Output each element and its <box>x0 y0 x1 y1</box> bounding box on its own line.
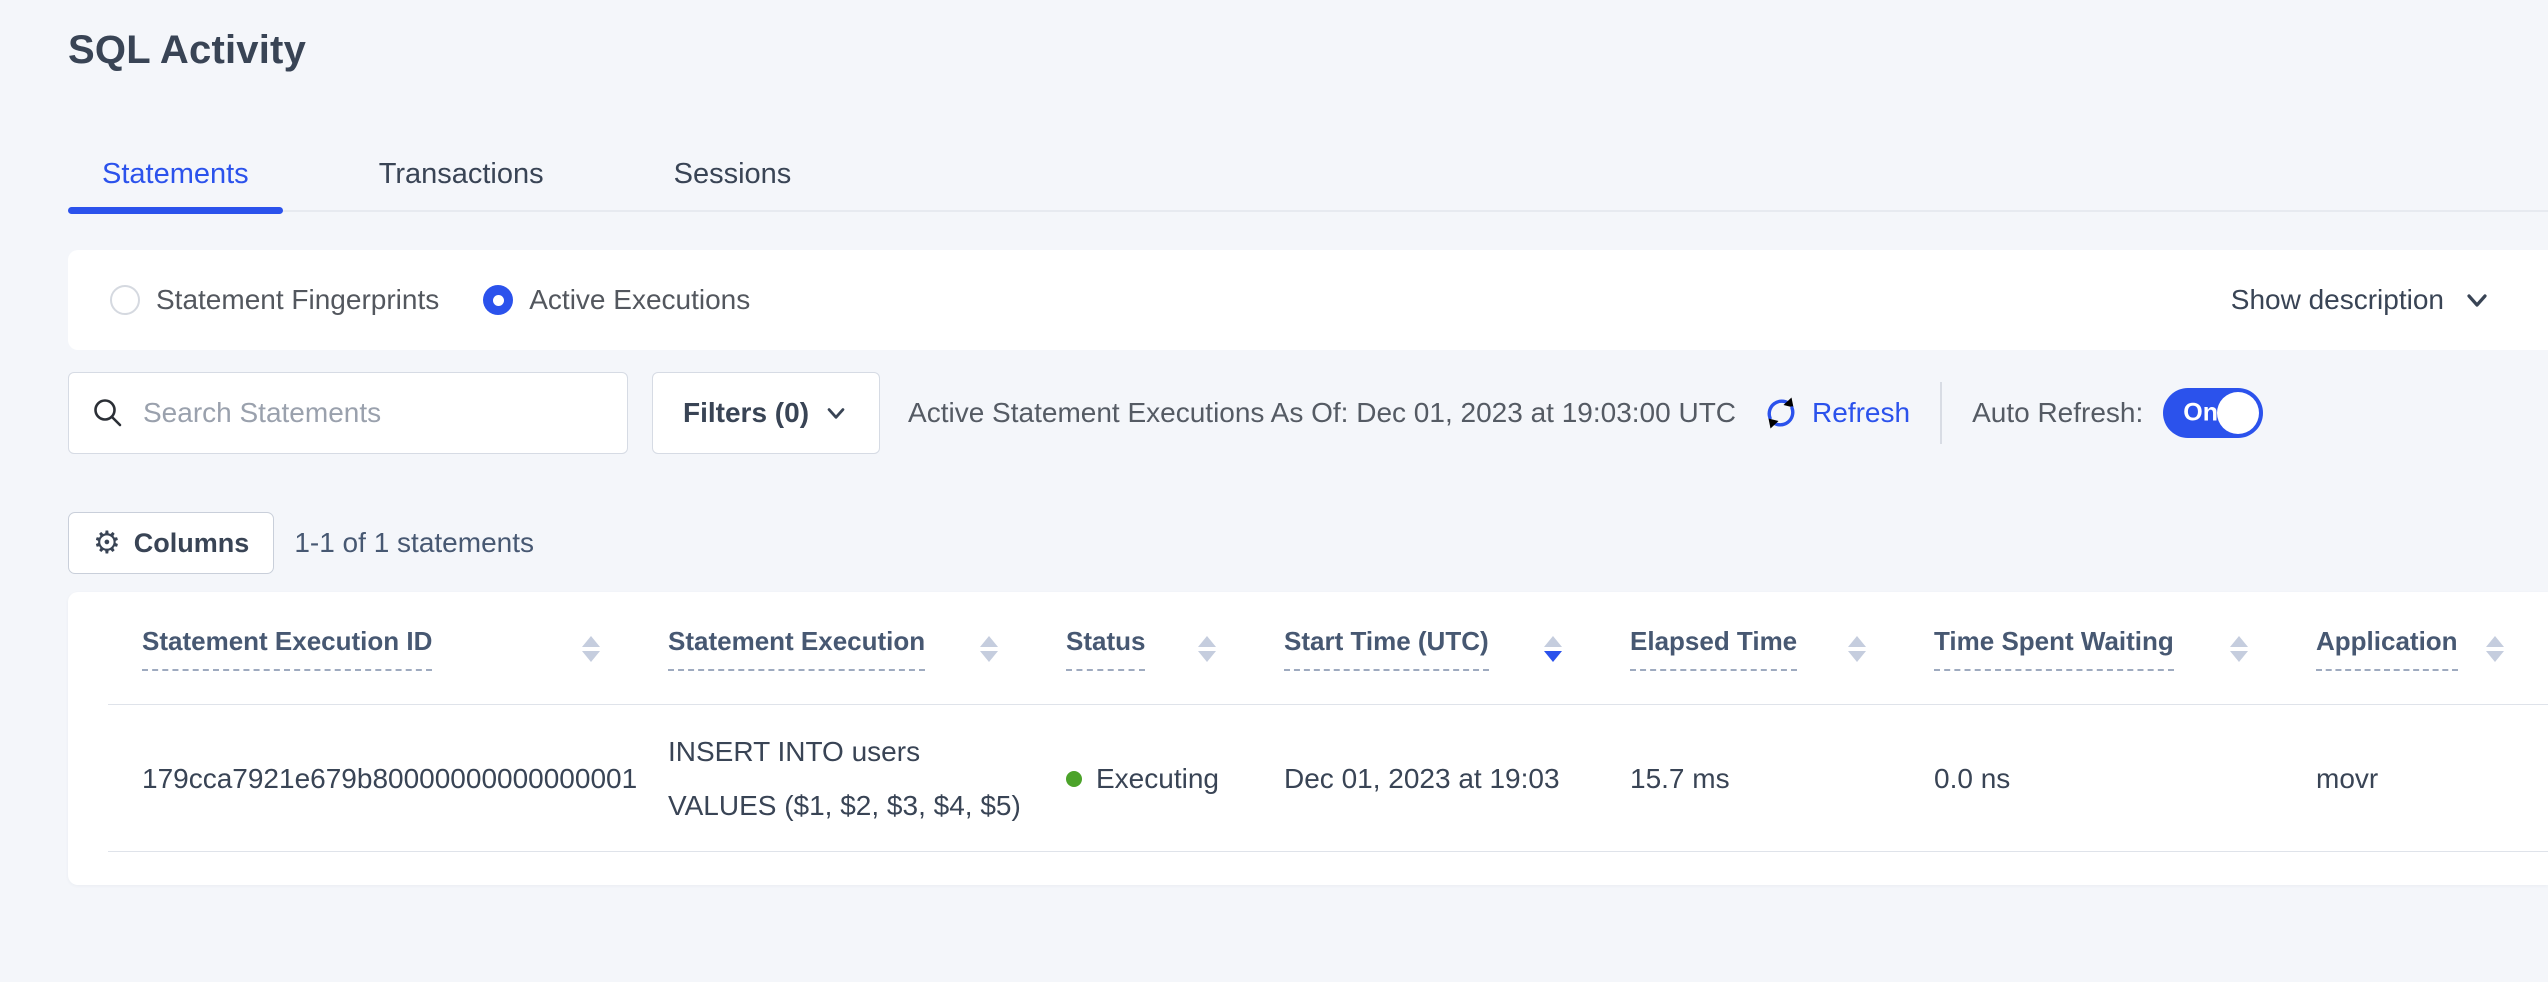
filters-button[interactable]: Filters (0) <box>652 372 880 454</box>
sort-icon[interactable] <box>1198 636 1216 662</box>
cell-elapsed-time: 15.7 ms <box>1630 763 1934 795</box>
tab-bar: Statements Transactions Sessions <box>68 138 2548 212</box>
column-header-statement-execution[interactable]: Statement Execution <box>668 626 1066 671</box>
filters-label: Filters (0) <box>683 397 809 429</box>
column-header-status[interactable]: Status <box>1066 626 1284 671</box>
executing-status-icon <box>1066 771 1082 787</box>
radio-label: Statement Fingerprints <box>156 284 439 316</box>
cell-start-time: Dec 01, 2023 at 19:03 <box>1284 763 1630 795</box>
refresh-icon <box>1762 394 1800 432</box>
radio-selected-icon[interactable] <box>483 285 513 315</box>
sort-icon[interactable] <box>2486 636 2504 662</box>
cell-statement[interactable]: INSERT INTO users VALUES ($1, $2, $3, $4… <box>668 725 1054 831</box>
cell-time-spent-waiting: 0.0 ns <box>1934 763 2316 795</box>
toggle-knob <box>2217 392 2259 434</box>
statements-table: Statement Execution ID Statement Executi… <box>68 592 2548 885</box>
view-selector-card: Statement Fingerprints Active Executions… <box>68 250 2548 350</box>
column-header-statement-execution-id[interactable]: Statement Execution ID <box>142 626 668 671</box>
table-toolbar: ⚙ Columns 1-1 of 1 statements <box>68 512 534 574</box>
page-title: SQL Activity <box>68 28 306 73</box>
gear-icon: ⚙ <box>93 528 121 559</box>
search-box[interactable] <box>68 372 628 454</box>
refresh-button[interactable]: Refresh <box>1762 394 1910 432</box>
radio-unselected-icon[interactable] <box>110 285 140 315</box>
columns-label: Columns <box>134 528 250 559</box>
tab-statements[interactable]: Statements <box>68 138 283 210</box>
column-header-elapsed-time[interactable]: Elapsed Time <box>1630 626 1934 671</box>
cell-application: movr <box>2316 763 2548 795</box>
columns-button[interactable]: ⚙ Columns <box>68 512 274 574</box>
status-label: Executing <box>1096 763 1219 795</box>
as-of-timestamp: Active Statement Executions As Of: Dec 0… <box>908 397 1736 429</box>
sort-icon[interactable] <box>1848 636 1866 662</box>
column-header-application[interactable]: Application <box>2316 626 2548 671</box>
auto-refresh-label: Auto Refresh: <box>1972 397 2143 429</box>
divider <box>1940 382 1942 444</box>
column-header-start-time[interactable]: Start Time (UTC) <box>1284 626 1630 671</box>
table-header-row: Statement Execution ID Statement Executi… <box>68 592 2548 705</box>
search-input[interactable] <box>143 397 605 429</box>
show-description-label: Show description <box>2231 284 2444 316</box>
radio-statement-fingerprints[interactable]: Statement Fingerprints <box>110 284 439 316</box>
sort-icon[interactable] <box>582 636 600 662</box>
sql-activity-page: SQL Activity Statements Transactions Ses… <box>0 0 2548 982</box>
sort-icon[interactable] <box>2230 636 2248 662</box>
refresh-label: Refresh <box>1812 397 1910 429</box>
result-count: 1-1 of 1 statements <box>294 527 534 559</box>
controls-row: Filters (0) Active Statement Executions … <box>68 372 2548 454</box>
chevron-down-icon <box>823 400 849 426</box>
cell-status: Executing <box>1066 763 1284 795</box>
show-description-toggle[interactable]: Show description <box>2231 284 2492 316</box>
radio-active-executions[interactable]: Active Executions <box>483 284 750 316</box>
sort-icon[interactable] <box>980 636 998 662</box>
tab-sessions[interactable]: Sessions <box>640 138 826 210</box>
tab-transactions[interactable]: Transactions <box>345 138 578 210</box>
chevron-down-icon <box>2462 285 2492 315</box>
cell-execution-id: 179cca7921e679b80000000000000001 <box>142 763 668 795</box>
toggle-state-label: On <box>2183 399 2218 428</box>
auto-refresh-toggle[interactable]: On <box>2163 388 2263 438</box>
sort-icon-active-desc[interactable] <box>1544 636 1562 662</box>
column-header-time-spent-waiting[interactable]: Time Spent Waiting <box>1934 626 2316 671</box>
table-row[interactable]: 179cca7921e679b80000000000000001 INSERT … <box>68 705 2548 852</box>
radio-label: Active Executions <box>529 284 750 316</box>
search-icon <box>91 396 125 430</box>
